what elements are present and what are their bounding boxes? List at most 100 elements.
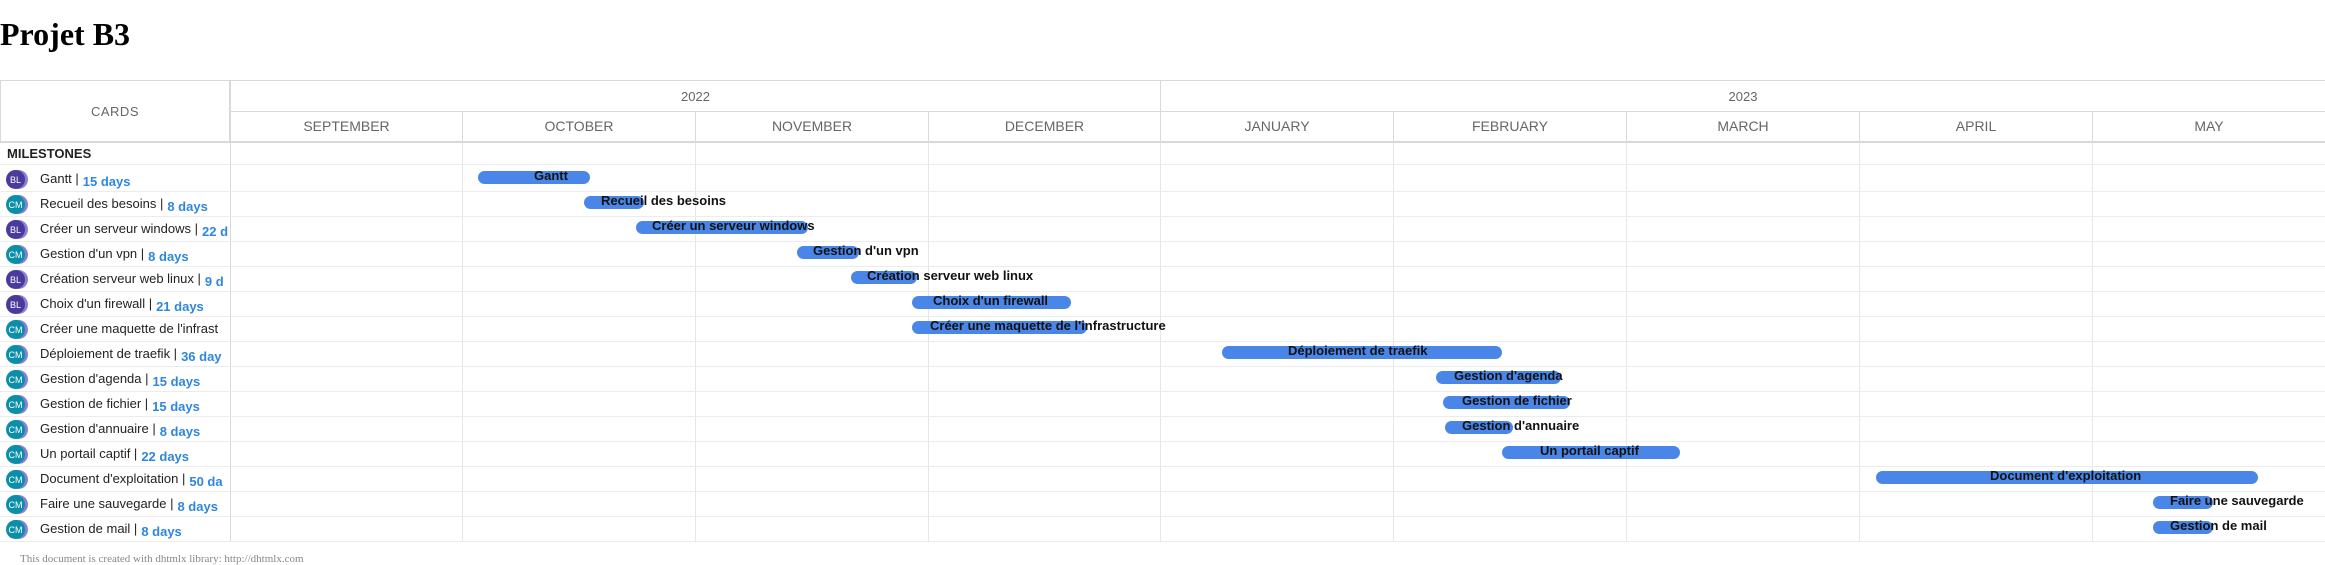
avatar: CM xyxy=(6,470,25,489)
avatar: BL xyxy=(6,220,25,239)
duration-label: 9 d xyxy=(204,274,224,289)
avatar: CM xyxy=(6,520,25,539)
duration-label: 50 da xyxy=(189,474,223,489)
task-bar-label: Gestion de mail xyxy=(2170,518,2267,533)
footer-note: This document is created with dhtmlx lib… xyxy=(20,553,304,565)
task-bar-label: Gestion d'un vpn xyxy=(813,243,919,258)
month-header-september: SEPTEMBER xyxy=(230,111,462,141)
year-header-2022: 2022 xyxy=(230,81,1160,111)
task-row[interactable]: CM Déploiement de traefik | 36 day Déploiem… xyxy=(0,342,2325,367)
year-header-2023: 2023 xyxy=(1160,81,2325,111)
avatar: CM xyxy=(6,370,25,389)
task-row[interactable]: CM Faire une sauvegarde | 8 days Faire une … xyxy=(0,492,2325,517)
task-bar-label: Gestion d'annuaire xyxy=(1462,418,1580,433)
month-header-december: DECEMBER xyxy=(928,111,1160,141)
task-bar-label: Déploiement de traefik xyxy=(1288,343,1428,358)
card-label: Gestion d'agenda | 15 days xyxy=(40,367,230,392)
duration-label: 21 days xyxy=(156,299,204,314)
card-label: Document d'exploitation | 50 da xyxy=(40,467,230,492)
card-label: Créer un serveur windows | 22 d xyxy=(40,217,230,242)
card-name: Créer un serveur windows | xyxy=(40,221,198,236)
task-bar-label: Choix d'un firewall xyxy=(933,293,1049,308)
avatar: BL xyxy=(6,270,25,289)
task-row[interactable]: CM Gestion d'agenda | 15 days Gestion d'age… xyxy=(0,367,2325,392)
card-name: Un portail captif | xyxy=(40,446,138,461)
task-row[interactable]: CM Gestion de mail | 8 days Gestion de mail xyxy=(0,517,2325,542)
month-header-april: APRIL xyxy=(1859,111,2092,141)
card-label: Gestion de fichier | 15 days xyxy=(40,392,230,417)
avatar: CM xyxy=(6,395,25,414)
duration-label: 15 days xyxy=(82,174,131,189)
avatar: BL xyxy=(6,295,25,314)
task-row[interactable]: BL Création serveur web linux | 9 d Créatio… xyxy=(0,267,2325,292)
duration-label: 8 days xyxy=(167,199,208,214)
header-divider xyxy=(0,141,2325,143)
month-header-may: MAY xyxy=(2092,111,2325,141)
page-title: Projet B3 xyxy=(0,16,131,52)
card-label: Création serveur web linux | 9 d xyxy=(40,267,230,292)
month-header-march: MARCH xyxy=(1626,111,1859,141)
card-label: Faire une sauvegarde | 8 days xyxy=(40,492,230,517)
card-name: Recueil des besoins | xyxy=(40,196,164,211)
card-label: Gestion de mail | 8 days xyxy=(40,517,230,542)
month-header-january: JANUARY xyxy=(1160,111,1393,141)
card-name: Choix d'un firewall | xyxy=(40,296,153,311)
row-divider xyxy=(0,164,2325,165)
card-label: Créer une maquette de l'infrast xyxy=(40,317,230,342)
task-bar-label: Document d'exploitation xyxy=(1990,468,2142,483)
task-row[interactable]: CM Créer une maquette de l'infrast Créer u… xyxy=(0,317,2325,342)
task-bar-label: Création serveur web linux xyxy=(867,268,1034,283)
card-name: Gestion de mail | xyxy=(40,521,138,536)
card-name: Document d'exploitation | xyxy=(40,471,186,486)
task-bar-label: Créer une maquette de l'infrastructure xyxy=(930,318,1166,333)
duration-label: 8 days xyxy=(148,249,189,264)
avatar: CM xyxy=(6,420,25,439)
month-header-february: FEBRUARY xyxy=(1393,111,1626,141)
avatar: CM xyxy=(6,320,25,339)
task-row[interactable]: CM Gestion d'un vpn | 8 days Gestion d'un v… xyxy=(0,242,2325,267)
card-label: Gestion d'annuaire | 8 days xyxy=(40,417,230,442)
task-row[interactable]: CM Document d'exploitation | 50 da Document… xyxy=(0,467,2325,492)
task-row[interactable]: CM Recueil des besoins | 8 days Recueil des… xyxy=(0,192,2325,217)
row-divider xyxy=(0,541,2325,542)
task-row[interactable]: CM Gestion de fichier | 15 days Gestion de … xyxy=(0,392,2325,417)
task-bar-label: Créer un serveur windows xyxy=(652,218,815,233)
avatar: BL xyxy=(6,170,25,189)
gantt-chart: CARDS 2022 2023 SEPTEMBER OCTOBER NOVEMB… xyxy=(0,80,2325,565)
task-row[interactable]: CM Gestion d'annuaire | 8 days Gestion d'an… xyxy=(0,417,2325,442)
avatar: CM xyxy=(6,245,25,264)
card-label: Déploiement de traefik | 36 day xyxy=(40,342,230,367)
duration-label: 36 day xyxy=(181,349,222,364)
card-name: Créer une maquette de l'infrast xyxy=(40,321,219,336)
avatar: CM xyxy=(6,445,25,464)
duration-label: 22 d xyxy=(202,224,229,239)
task-row[interactable]: CM Un portail captif | 22 days Un portail c… xyxy=(0,442,2325,467)
month-header-october: OCTOBER xyxy=(462,111,695,141)
task-bar-label: Gestion de fichier xyxy=(1462,393,1572,408)
task-bar-label: Gestion d'agenda xyxy=(1454,368,1563,383)
card-name: Gestion d'annuaire | xyxy=(40,421,156,436)
task-row[interactable]: BL Gantt | 15 days Gantt xyxy=(0,167,2325,192)
task-row[interactable]: BL Créer un serveur windows | 22 d Créer un… xyxy=(0,217,2325,242)
milestones-label: MILESTONES xyxy=(7,146,92,161)
task-bar-label: Un portail captif xyxy=(1540,443,1639,458)
card-label: Choix d'un firewall | 21 days xyxy=(40,292,230,317)
avatar: CM xyxy=(6,495,25,514)
card-name: Déploiement de traefik | xyxy=(40,346,178,361)
card-label: Recueil des besoins | 8 days xyxy=(40,192,230,217)
month-header-november: NOVEMBER xyxy=(695,111,928,141)
task-row[interactable]: BL Choix d'un firewall | 21 days Choix d'un… xyxy=(0,292,2325,317)
task-bar-label: Faire une sauvegarde xyxy=(2170,493,2304,508)
card-label: Gantt | 15 days xyxy=(40,167,230,192)
duration-label: 8 days xyxy=(159,424,201,439)
avatar: CM xyxy=(6,195,25,214)
task-bar-label: Gantt xyxy=(534,168,568,183)
duration-label: 15 days xyxy=(152,374,201,389)
duration-label: 8 days xyxy=(177,499,218,514)
avatar: CM xyxy=(6,345,25,364)
card-name: Gestion d'agenda | xyxy=(40,371,149,386)
duration-label: 8 days xyxy=(141,524,182,539)
duration-label: 22 days xyxy=(141,449,190,464)
cards-column-header: CARDS xyxy=(0,81,230,141)
card-name: Création serveur web linux | xyxy=(40,271,201,286)
